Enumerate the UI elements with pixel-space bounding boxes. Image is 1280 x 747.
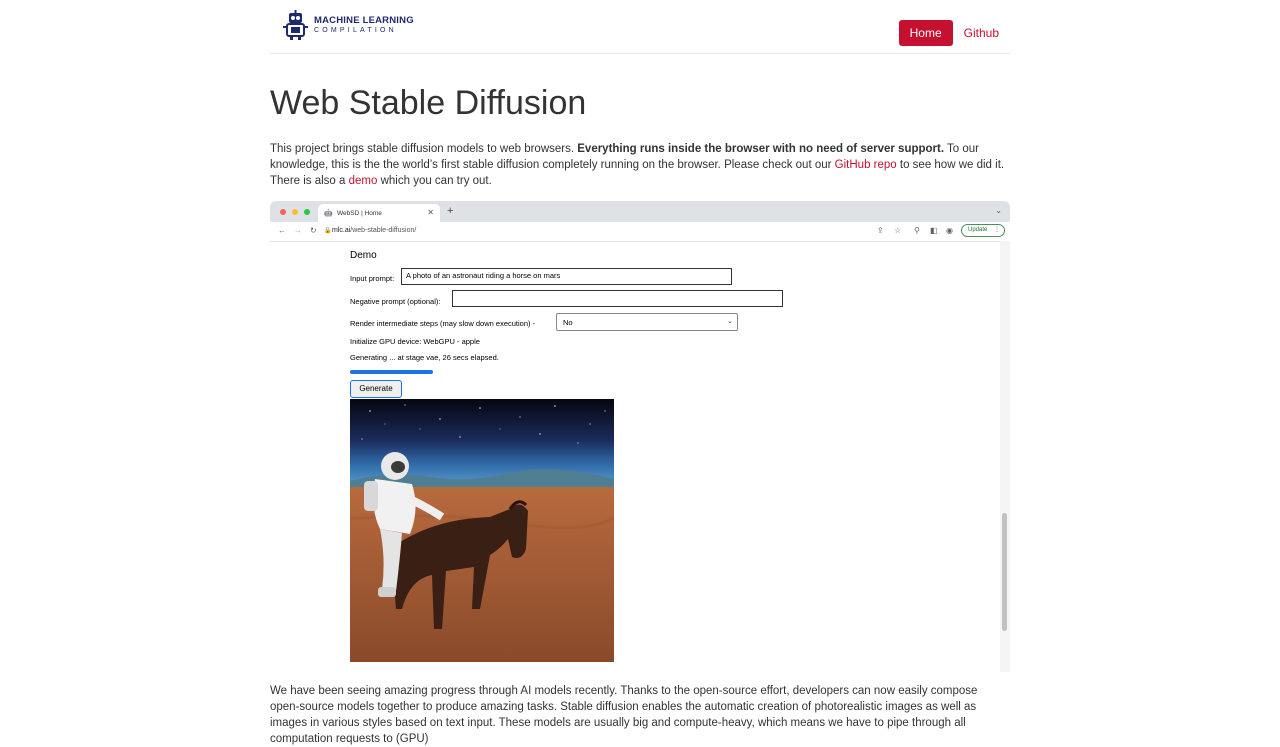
github-repo-link[interactable]: GitHub repo (835, 159, 897, 171)
reload-icon: ↻ (310, 226, 317, 235)
nav-github-link[interactable]: Github (953, 20, 1010, 46)
window-zoom-dot (304, 209, 310, 215)
nav-home-button[interactable]: Home (898, 20, 953, 46)
url-host: mlc.ai (332, 227, 351, 234)
puzzle-icon: ⚲ (914, 226, 920, 235)
generate-button: Generate (350, 380, 402, 398)
browser-tab: 🤖 WebSD | Home ✕ (318, 204, 440, 222)
arrow-left-icon: ← (278, 226, 286, 235)
chevron-down-icon: ⌄ (727, 318, 733, 325)
update-badge: Update ⋮ (961, 224, 1005, 237)
page-scrollbar (1000, 241, 1010, 672)
nav-links: Home Github (898, 20, 1010, 46)
star-icon: ☆ (894, 226, 902, 235)
chevron-down-icon: ⌄ (995, 206, 1002, 215)
generation-status-text: Generating ... at stage vae, 26 secs ela… (350, 353, 499, 362)
more-vertical-icon: ⋮ (994, 227, 1000, 233)
robot-favicon-icon: 🤖 (324, 210, 333, 217)
intro-text-4: which you can try out. (377, 175, 492, 187)
demo-screenshot: 🤖 WebSD | Home ✕ + ⌄ ← → ↻ 🔒 mlc.ai/web-… (270, 201, 1010, 672)
scrollbar-thumb (1002, 513, 1007, 631)
intro-text-1: This project brings stable diffusion mod… (270, 143, 578, 155)
generated-astronaut-image (350, 399, 614, 662)
input-prompt-label: Input prompt: (350, 274, 395, 283)
page-title: Web Stable Diffusion (270, 84, 587, 122)
logo-title: MACHINE LEARNING (314, 15, 414, 27)
lock-icon: 🔒 (324, 228, 332, 234)
outro-paragraph: We have been seeing amazing progress thr… (270, 685, 978, 745)
negative-prompt-field (452, 290, 783, 307)
demo-heading: Demo (350, 250, 377, 261)
browser-tab-title: WebSD | Home (337, 210, 382, 217)
browser-tab-bar: 🤖 WebSD | Home ✕ + ⌄ (270, 201, 1010, 222)
close-icon: ✕ (427, 208, 434, 217)
browser-toolbar: ← → ↻ 🔒 mlc.ai/web-stable-diffusion/ ⇪ ☆… (270, 222, 1010, 242)
generation-progress-bar (350, 370, 433, 374)
render-steps-select: No ⌄ (556, 313, 738, 331)
demo-link[interactable]: demo (349, 175, 378, 187)
url-path: /web-stable-diffusion/ (350, 227, 417, 234)
site-logo[interactable]: MACHINE LEARNING COMPILATION (282, 10, 414, 40)
profile-icon: ◉ (946, 226, 953, 235)
window-minimize-dot (292, 209, 298, 215)
robot-logo-icon (283, 10, 308, 40)
top-nav: MACHINE LEARNING COMPILATION Home Github (270, 0, 1010, 54)
intro-bold-text: Everything runs inside the browser with … (577, 143, 945, 155)
arrow-right-icon: → (294, 226, 302, 235)
render-steps-value: No (563, 318, 573, 327)
input-prompt-field: A photo of an astronaut riding a horse o… (401, 268, 732, 285)
negative-prompt-label: Negative prompt (optional): (350, 297, 441, 306)
browser-page-content: Demo Input prompt: A photo of an astrona… (270, 241, 1010, 672)
render-steps-label: Render intermediate steps (may slow down… (350, 319, 536, 328)
share-icon: ⇪ (877, 226, 884, 235)
page-container: MACHINE LEARNING COMPILATION Home Github… (270, 0, 1010, 745)
address-bar: mlc.ai/web-stable-diffusion/ (332, 227, 416, 234)
logo-subtitle: COMPILATION (314, 26, 397, 34)
update-label: Update (968, 227, 988, 233)
plus-icon: + (447, 205, 454, 217)
intro-paragraph: This project brings stable diffusion mod… (270, 141, 1010, 189)
window-close-dot (280, 209, 286, 215)
sidebar-icon: ◧ (930, 226, 938, 235)
gpu-status-text: Initialize GPU device: WebGPU - apple (350, 337, 480, 346)
